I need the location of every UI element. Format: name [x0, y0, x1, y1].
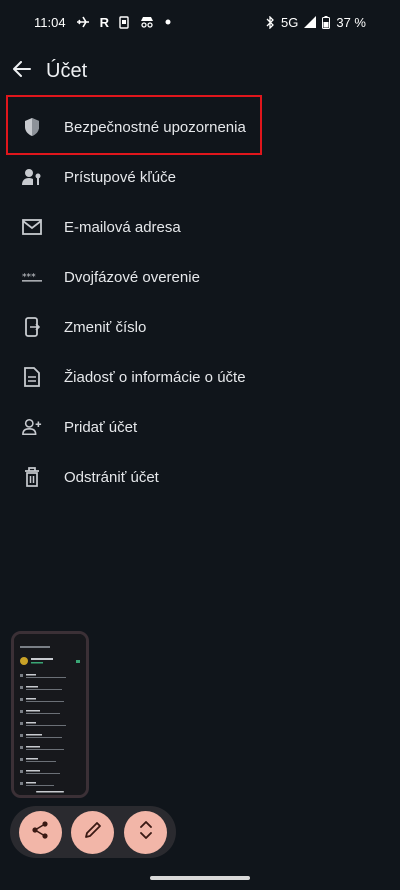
password-icon: *** [22, 267, 42, 287]
share-button[interactable] [18, 810, 62, 854]
edit-icon [83, 820, 103, 845]
airplane-icon [76, 16, 90, 28]
phone-transfer-icon [22, 317, 42, 337]
status-bar: 11:04 R 5G 37 % [0, 0, 400, 44]
menu-item-label: Zmeniť číslo [64, 318, 147, 336]
r-icon: R [99, 14, 109, 30]
network-label: 5G [281, 14, 299, 30]
incognito-icon [139, 16, 155, 28]
screenshot-actions-bar [10, 806, 176, 858]
app-bar: Účet [0, 46, 400, 96]
arrow-back-icon [13, 60, 31, 82]
menu-item-label: Žiadosť o informácie o účte [64, 368, 246, 386]
menu-item-label: Prístupové kľúče [64, 168, 176, 186]
menu-item-email[interactable]: E-mailová adresa [0, 202, 400, 252]
expand-icon [138, 820, 154, 845]
menu-item-label: Odstrániť účet [64, 468, 159, 486]
menu-item-label: Pridať účet [64, 418, 138, 436]
back-button[interactable] [2, 51, 42, 91]
menu-item-delete-account[interactable]: Odstrániť účet [0, 452, 400, 502]
bluetooth-icon [265, 15, 275, 29]
menu-item-change-number[interactable]: Zmeniť číslo [0, 302, 400, 352]
menu-item-add-account[interactable]: Pridať účet [0, 402, 400, 452]
menu-item-security-alerts[interactable]: Bezpečnostné upozornenia [0, 95, 400, 155]
document-icon [22, 367, 42, 387]
screenshot-preview-thumbnail[interactable] [11, 631, 89, 798]
page-title: Účet [46, 59, 88, 82]
expand-button[interactable] [124, 810, 168, 854]
home-indicator[interactable] [150, 876, 250, 880]
person-add-icon [22, 417, 42, 437]
share-icon [30, 820, 50, 845]
battery-icon [322, 15, 331, 29]
dot-icon [165, 19, 171, 25]
menu-item-label: Dvojfázové overenie [64, 268, 200, 286]
account-menu: Bezpečnostné upozornenia Prístupové kľúč… [0, 95, 400, 502]
menu-item-label: E-mailová adresa [64, 218, 181, 236]
menu-item-passkeys[interactable]: Prístupové kľúče [0, 152, 400, 202]
menu-item-label: Bezpečnostné upozornenia [64, 118, 246, 136]
menu-item-account-info[interactable]: Žiadosť o informácie o účte [0, 352, 400, 402]
passkey-icon [22, 167, 42, 187]
battery-percent: 37 % [336, 14, 366, 30]
shield-icon [22, 117, 42, 137]
status-time: 11:04 [34, 14, 66, 30]
signal-icon [304, 16, 317, 28]
trash-icon [22, 467, 42, 487]
id-card-icon [119, 15, 129, 29]
mail-icon [22, 217, 42, 237]
menu-item-two-step[interactable]: *** Dvojfázové overenie [0, 252, 400, 302]
edit-button[interactable] [71, 810, 115, 854]
